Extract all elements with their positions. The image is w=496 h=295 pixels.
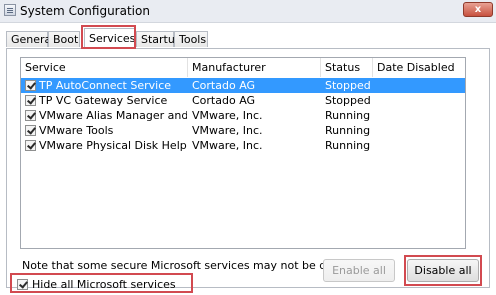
service-manufacturer: VMware, Inc. xyxy=(192,109,263,122)
column-manufacturer[interactable]: Manufacturer xyxy=(188,58,321,77)
service-name: VMware Physical Disk Helper Ser... xyxy=(39,139,187,152)
service-manufacturer: Cortado AG xyxy=(192,79,256,92)
service-checkbox[interactable] xyxy=(25,125,36,136)
services-list[interactable]: Service Manufacturer Status Date Disable… xyxy=(20,57,466,249)
service-checkbox[interactable] xyxy=(25,95,36,106)
tab-tools[interactable]: Tools xyxy=(174,31,208,47)
tab-startup[interactable]: Startup xyxy=(136,31,182,47)
system-configuration-icon xyxy=(4,4,16,16)
service-manufacturer: VMware, Inc. xyxy=(192,124,263,137)
service-name: VMware Tools xyxy=(39,124,114,137)
tab-general[interactable]: General xyxy=(6,31,54,47)
service-checkbox[interactable] xyxy=(25,140,36,151)
title-bar: System Configuration x xyxy=(0,0,496,23)
column-service[interactable]: Service xyxy=(21,58,188,77)
service-row[interactable]: VMware Tools VMware, Inc. Running xyxy=(21,123,465,138)
service-status: Running xyxy=(325,109,371,122)
service-row[interactable]: TP AutoConnect Service Cortado AG Stoppe… xyxy=(21,78,465,93)
service-status: Stopped xyxy=(325,79,371,92)
tab-services[interactable]: Services xyxy=(84,28,135,48)
close-button[interactable]: x xyxy=(463,2,493,17)
hide-microsoft-label[interactable]: Hide all Microsoft services xyxy=(32,278,176,291)
tab-boot[interactable]: Boot xyxy=(48,31,80,47)
service-name: TP AutoConnect Service xyxy=(39,79,172,92)
service-name: TP VC Gateway Service xyxy=(39,94,168,107)
service-name: VMware Alias Manager and Ticke... xyxy=(39,109,187,122)
disable-all-button[interactable]: Disable all xyxy=(407,259,479,282)
service-checkbox[interactable] xyxy=(25,110,36,121)
service-status: Running xyxy=(325,139,371,152)
service-manufacturer: Cortado AG xyxy=(192,94,256,107)
service-status: Stopped xyxy=(325,94,371,107)
column-status[interactable]: Status xyxy=(321,58,373,77)
service-manufacturer: VMware, Inc. xyxy=(192,139,263,152)
service-row[interactable]: TP VC Gateway Service Cortado AG Stopped xyxy=(21,93,465,108)
service-row[interactable]: VMware Physical Disk Helper Ser... VMwar… xyxy=(21,138,465,153)
service-checkbox[interactable] xyxy=(25,80,36,91)
service-status: Running xyxy=(325,124,371,137)
window-title: System Configuration xyxy=(20,4,150,18)
enable-all-button[interactable]: Enable all xyxy=(323,259,395,282)
secure-services-note: Note that some secure Microsoft services… xyxy=(22,259,370,272)
hide-microsoft-checkbox[interactable] xyxy=(17,279,28,290)
column-date-disabled[interactable]: Date Disabled xyxy=(373,58,465,77)
service-row[interactable]: VMware Alias Manager and Ticke... VMware… xyxy=(21,108,465,123)
list-header: Service Manufacturer Status Date Disable… xyxy=(21,58,465,77)
